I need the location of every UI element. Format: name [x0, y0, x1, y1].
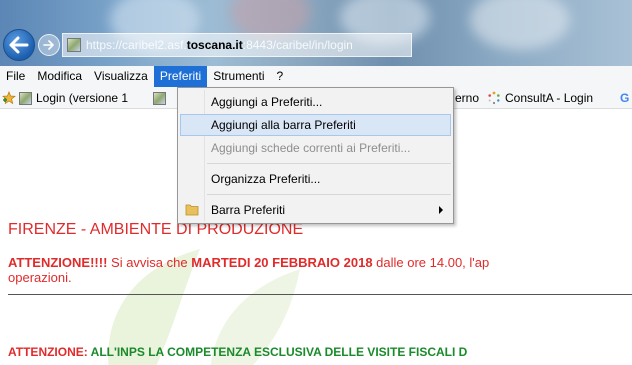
- menu-separator: [207, 163, 451, 164]
- back-button[interactable]: [3, 29, 35, 61]
- menu-modifica[interactable]: Modifica: [31, 66, 88, 87]
- url-prefix: https://: [86, 38, 123, 52]
- divider: [8, 294, 632, 295]
- preferiti-dropdown-menu: Aggiungi a Preferiti... Aggiungi alla ba…: [177, 87, 454, 224]
- menuitem-aggiungi-preferiti[interactable]: Aggiungi a Preferiti...: [180, 91, 451, 113]
- favorite-label: Login (versione 1: [36, 91, 129, 105]
- favorites-add-button[interactable]: [2, 87, 16, 109]
- menu-help[interactable]: ?: [271, 66, 290, 87]
- site-favicon-icon: [67, 38, 81, 52]
- browser-titlebar: https:// caribel2.asf. toscana.it :8443/…: [0, 0, 632, 66]
- google-icon: G: [620, 91, 630, 105]
- menuitem-aggiungi-schede-correnti: Aggiungi schede correnti ai Preferiti...: [211, 141, 411, 155]
- arrow-left-icon: [9, 36, 29, 54]
- menuitem-aggiungi-barra-preferiti[interactable]: Aggiungi alla barra Preferiti: [180, 114, 451, 136]
- submenu-arrow-icon: [439, 206, 443, 214]
- site-favicon-icon: [19, 91, 32, 105]
- notice-lead: ATTENZIONE!!!!: [8, 255, 108, 270]
- menuitem-label: Barra Preferiti: [211, 203, 286, 217]
- notice-lead: ATTENZIONE:: [8, 345, 88, 359]
- favorite-consulta-login[interactable]: ConsultA - Login: [487, 87, 593, 109]
- menu-visualizza[interactable]: Visualizza: [88, 66, 154, 87]
- favorites-star-add-icon: [2, 91, 16, 105]
- favorite-item-erno[interactable]: erno: [455, 87, 479, 109]
- loading-dots-icon: [488, 91, 500, 105]
- menuitem-organizza-preferiti[interactable]: Organizza Preferiti...: [180, 168, 451, 190]
- address-bar[interactable]: https:// caribel2.asf. toscana.it :8443/…: [62, 33, 412, 57]
- notice-inps: ATTENZIONE: ALL'INPS LA COMPETENZA ESCLU…: [8, 345, 467, 359]
- menuitem-barra-preferiti[interactable]: Barra Preferiti: [180, 199, 451, 221]
- url-port: :8443/: [242, 38, 277, 52]
- notice-maintenance: ATTENZIONE!!!! Si avvisa che MARTEDI 20 …: [8, 255, 632, 285]
- url-path: caribel/in/login: [276, 38, 353, 52]
- menu-file[interactable]: File: [0, 66, 31, 87]
- notice-text-line2: operazioni.: [8, 270, 72, 285]
- url-host: toscana.it: [186, 38, 243, 52]
- menu-bar: File Modifica Visualizza Preferiti Strum…: [0, 66, 632, 87]
- menu-preferiti[interactable]: Preferiti: [153, 66, 208, 87]
- favorite-item-partial[interactable]: [153, 87, 170, 109]
- folder-icon: [185, 204, 199, 216]
- favorite-google[interactable]: G: [620, 87, 629, 109]
- notice-text: ALL'INPS LA COMPETENZA ESCLUSIVA DELLE V…: [87, 345, 468, 359]
- site-favicon-icon: [153, 91, 166, 105]
- favorite-login-versione1[interactable]: Login (versione 1: [19, 87, 128, 109]
- notice-text: Si avvisa che: [107, 255, 192, 270]
- url-subdomain: caribel2.asf.: [122, 38, 187, 52]
- menu-separator: [207, 194, 451, 195]
- favorite-label: ConsultA - Login: [505, 91, 594, 105]
- favorite-label: erno: [455, 91, 480, 105]
- menu-strumenti[interactable]: Strumenti: [207, 66, 270, 87]
- notice-date: MARTEDI 20 FEBBRAIO 2018: [191, 255, 373, 270]
- notice-text: dalle ore 14.00, l'ap: [372, 255, 490, 270]
- forward-button[interactable]: [38, 34, 60, 56]
- arrow-right-icon: [43, 40, 54, 50]
